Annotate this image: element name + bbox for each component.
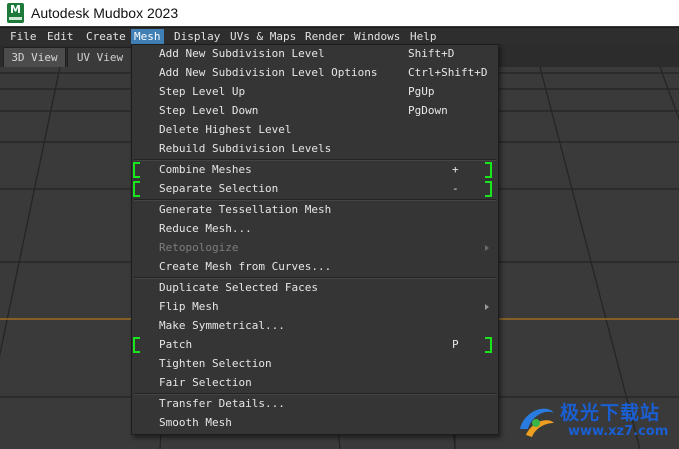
menu-item-label: Add New Subdivision Level bbox=[159, 47, 325, 60]
menu-item-retopologize: Retopologize bbox=[132, 239, 498, 258]
menu-item-shortcut: - bbox=[452, 182, 459, 195]
menu-item-label: Rebuild Subdivision Levels bbox=[159, 142, 332, 155]
menu-item-label: Fair Selection bbox=[159, 376, 252, 389]
menu-item-label: Add New Subdivision Level Options bbox=[159, 66, 378, 79]
mudbox-app-icon: M bbox=[7, 3, 24, 23]
menu-item-flip-mesh[interactable]: Flip Mesh bbox=[132, 298, 498, 317]
submenu-arrow-icon bbox=[485, 245, 489, 251]
watermark-url: www.xz7.com bbox=[568, 424, 669, 439]
menu-item-label: Make Symmetrical... bbox=[159, 319, 285, 332]
menu-item-shortcut: P bbox=[452, 338, 459, 351]
menu-item-shortcut: PgUp bbox=[408, 85, 435, 98]
menu-item-shortcut: PgDown bbox=[408, 104, 448, 117]
menu-item-label: Step Level Up bbox=[159, 85, 246, 98]
watermark: 极光下载站 www.xz7.com bbox=[516, 398, 676, 444]
tab-3d-view[interactable]: 3D View bbox=[3, 47, 66, 67]
menu-help[interactable]: Help bbox=[407, 29, 440, 45]
submenu-arrow-icon bbox=[485, 304, 489, 310]
menu-item-add-new-subdivision-level[interactable]: Add New Subdivision Level Shift+D bbox=[132, 45, 498, 64]
tab-uv-view[interactable]: UV View bbox=[67, 47, 133, 67]
menu-item-label: Duplicate Selected Faces bbox=[159, 281, 318, 294]
menu-mesh[interactable]: Mesh bbox=[131, 29, 164, 45]
menu-item-shortcut: + bbox=[452, 163, 459, 176]
watermark-title: 极光下载站 bbox=[560, 402, 661, 424]
menu-create[interactable]: Create bbox=[83, 29, 129, 45]
highlight-bracket-left bbox=[133, 181, 140, 197]
window-title: Autodesk Mudbox 2023 bbox=[31, 5, 179, 21]
menu-item-patch[interactable]: Patch P bbox=[132, 336, 498, 355]
menu-windows[interactable]: Windows bbox=[351, 29, 403, 45]
menu-item-label: Reduce Mesh... bbox=[159, 222, 252, 235]
menu-edit[interactable]: Edit bbox=[44, 29, 77, 45]
menu-item-label: Flip Mesh bbox=[159, 300, 219, 313]
highlight-bracket-right bbox=[485, 337, 492, 353]
highlight-bracket-left bbox=[133, 337, 140, 353]
menu-item-reduce-mesh[interactable]: Reduce Mesh... bbox=[132, 220, 498, 239]
menu-item-separate-selection[interactable]: Separate Selection - bbox=[132, 180, 498, 199]
mesh-dropdown-menu: Add New Subdivision Level Shift+D Add Ne… bbox=[131, 44, 499, 435]
menu-item-smooth-mesh[interactable]: Smooth Mesh bbox=[132, 414, 498, 433]
menu-item-label: Delete Highest Level bbox=[159, 123, 292, 136]
menu-render[interactable]: Render bbox=[302, 29, 348, 45]
menu-item-transfer-details[interactable]: Transfer Details... bbox=[132, 395, 498, 414]
menu-item-combine-meshes[interactable]: Combine Meshes + bbox=[132, 161, 498, 180]
menu-item-add-new-subdivision-level-options[interactable]: Add New Subdivision Level Options Ctrl+S… bbox=[132, 64, 498, 83]
menu-item-step-level-down[interactable]: Step Level Down PgDown bbox=[132, 102, 498, 121]
menu-item-tighten-selection[interactable]: Tighten Selection bbox=[132, 355, 498, 374]
highlight-bracket-right bbox=[485, 181, 492, 197]
menu-item-label: Generate Tessellation Mesh bbox=[159, 203, 332, 216]
menu-item-label: Transfer Details... bbox=[159, 397, 285, 410]
menu-display[interactable]: Display bbox=[171, 29, 223, 45]
menu-item-shortcut: Ctrl+Shift+D bbox=[408, 66, 488, 79]
menu-item-label: Separate Selection bbox=[159, 182, 279, 195]
highlight-bracket-left bbox=[133, 162, 140, 178]
menu-item-label: Smooth Mesh bbox=[159, 416, 232, 429]
menu-item-shortcut: Shift+D bbox=[408, 47, 455, 60]
menu-item-label: Retopologize bbox=[159, 241, 239, 254]
menu-item-generate-tessellation-mesh[interactable]: Generate Tessellation Mesh bbox=[132, 201, 498, 220]
menu-item-label: Combine Meshes bbox=[159, 163, 252, 176]
menu-item-label: Tighten Selection bbox=[159, 357, 272, 370]
menu-item-rebuild-subdivision-levels[interactable]: Rebuild Subdivision Levels bbox=[132, 140, 498, 159]
menu-item-step-level-up[interactable]: Step Level Up PgUp bbox=[132, 83, 498, 102]
menu-item-create-mesh-from-curves[interactable]: Create Mesh from Curves... bbox=[132, 258, 498, 277]
menu-item-delete-highest-level[interactable]: Delete Highest Level bbox=[132, 121, 498, 140]
highlight-bracket-right bbox=[485, 162, 492, 178]
title-bar: M Autodesk Mudbox 2023 bbox=[0, 0, 679, 26]
menu-item-label: Step Level Down bbox=[159, 104, 259, 117]
menu-file[interactable]: File bbox=[7, 29, 40, 45]
menu-item-fair-selection[interactable]: Fair Selection bbox=[132, 374, 498, 393]
menu-item-duplicate-selected-faces[interactable]: Duplicate Selected Faces bbox=[132, 279, 498, 298]
menu-item-label: Patch bbox=[159, 338, 193, 351]
menu-uvs-maps[interactable]: UVs & Maps bbox=[227, 29, 299, 45]
menu-item-make-symmetrical[interactable]: Make Symmetrical... bbox=[132, 317, 498, 336]
watermark-logo-icon bbox=[520, 408, 554, 437]
menu-item-label: Create Mesh from Curves... bbox=[159, 260, 332, 273]
